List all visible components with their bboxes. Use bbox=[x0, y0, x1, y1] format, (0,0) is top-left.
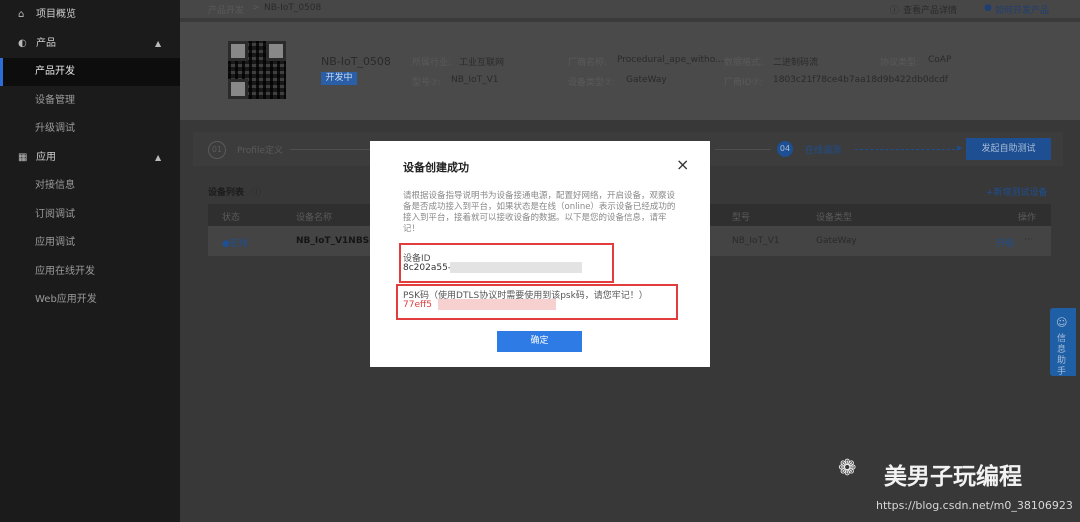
view-product-details-link[interactable]: 查看产品详情 bbox=[903, 3, 957, 16]
sidebar-item-app-online-dev[interactable]: 应用在线开发 bbox=[0, 258, 180, 286]
device-type-value: GateWay bbox=[626, 75, 667, 85]
info-icon: ⓘ bbox=[890, 6, 900, 16]
step-connector bbox=[715, 149, 771, 150]
how-to-develop-link[interactable]: 如何开发产品 bbox=[995, 3, 1049, 16]
qr-code-image bbox=[228, 41, 286, 99]
help-icon: ● bbox=[984, 3, 992, 13]
arrow-right-icon: ▶ bbox=[957, 144, 963, 152]
psk-value: 77eff5 bbox=[403, 300, 432, 310]
sidebar-item-app-debug[interactable]: 应用调试 bbox=[0, 229, 180, 257]
sidebar-item-product[interactable]: ◐ 产品 ▲ bbox=[0, 30, 180, 58]
sidebar-item-overview[interactable]: ⌂ 项目概览 bbox=[0, 1, 180, 29]
vendor-id-label: 厂商ID⑦: bbox=[724, 78, 763, 88]
sidebar-item-product-dev[interactable]: 产品开发 bbox=[0, 58, 180, 86]
breadcrumb-root[interactable]: 产品开发 bbox=[208, 3, 244, 16]
add-test-device-link[interactable]: +新增测试设备 bbox=[986, 185, 1048, 198]
breadcrumb-separator: > bbox=[252, 3, 260, 13]
status-badge: 开发中 bbox=[321, 72, 357, 85]
sidebar-item-upgrade-debug[interactable]: 升级调试 bbox=[0, 115, 180, 143]
watermark: ❁ 美男子玩编程 https://blog.csdn.net/m0_381069… bbox=[820, 440, 1080, 522]
sidebar: ⌂ 项目概览 ◐ 产品 ▲ 产品开发 设备管理 升级调试 ▦ 应用 ▲ 对接信息… bbox=[0, 0, 180, 522]
info-assistant-tab[interactable]: ☺ 信息助手 bbox=[1050, 308, 1076, 377]
product-name: NB-IoT_0508 bbox=[321, 55, 391, 68]
device-type-label: 设备类型⑦: bbox=[568, 78, 616, 88]
close-icon[interactable]: × bbox=[676, 157, 689, 173]
watermark-brand: 美男子玩编程 bbox=[884, 464, 1022, 490]
data-format-value: 二进制码流 bbox=[773, 58, 819, 68]
confirm-button[interactable]: 确定 bbox=[497, 331, 582, 352]
industry-label: 所属行业: bbox=[412, 58, 452, 68]
protocol-value: CoAP bbox=[928, 55, 952, 65]
product-info-panel bbox=[180, 22, 1080, 120]
model-label: 型号⑦: bbox=[412, 78, 442, 88]
chevron-up-icon: ▲ bbox=[155, 153, 162, 162]
column-model: 型号 bbox=[732, 213, 751, 223]
step-connector bbox=[290, 149, 370, 150]
sidebar-item-connect-info[interactable]: 对接信息 bbox=[0, 172, 180, 200]
breadcrumb-current: NB-IoT_0508 bbox=[264, 3, 322, 13]
step-connector-dashed bbox=[855, 149, 955, 150]
step-1-number: 01 bbox=[208, 141, 226, 159]
info-assistant-label: 信息助手 bbox=[1057, 334, 1067, 377]
device-list-title: 设备列表 bbox=[208, 188, 245, 198]
model-value: NB_IoT_V1 bbox=[451, 75, 499, 85]
chevron-up-icon: ▲ bbox=[155, 39, 162, 48]
step-4-number: 04 bbox=[777, 141, 793, 157]
chat-icon: ☺ bbox=[1056, 316, 1068, 329]
grid-icon: ▦ bbox=[18, 152, 28, 163]
home-icon: ⌂ bbox=[18, 9, 25, 20]
dialog-title: 设备创建成功 bbox=[403, 161, 469, 174]
protocol-label: 协议类型: bbox=[880, 58, 920, 68]
column-device-type: 设备类型 bbox=[816, 213, 853, 223]
sidebar-item-application[interactable]: ▦ 应用 ▲ bbox=[0, 144, 180, 172]
row-status: ●在线 bbox=[222, 239, 248, 249]
data-format-label: 数据格式: bbox=[724, 58, 764, 68]
sidebar-item-device-mgmt[interactable]: 设备管理 bbox=[0, 87, 180, 115]
column-actions: 操作 bbox=[1018, 213, 1037, 223]
help-circle-icon: ⓘ bbox=[252, 188, 262, 198]
watermark-url: https://blog.csdn.net/m0_38106923 bbox=[876, 499, 1073, 512]
industry-value: 工业互联网 bbox=[459, 58, 505, 68]
wechat-icon: ❁ bbox=[838, 456, 857, 481]
dialog-description: 请根据设备指导说明书为设备接通电源，配置好网络，开启设备，观察设备是否成功接入到… bbox=[403, 191, 676, 234]
vendor-value: Procedural_ape_witho... bbox=[617, 55, 724, 65]
redacted-psk bbox=[438, 299, 556, 310]
step-1-label[interactable]: Profile定义 bbox=[237, 143, 283, 156]
row-model: NB_IoT_V1 bbox=[732, 236, 780, 246]
redacted-device-id bbox=[450, 262, 582, 273]
row-device-name[interactable]: NB_IoT_V1NBSi bbox=[296, 236, 372, 246]
product-icon: ◐ bbox=[18, 38, 27, 49]
vendor-label: 厂商名称: bbox=[568, 58, 608, 68]
start-self-test-button[interactable]: 发起自助测试 bbox=[966, 138, 1051, 160]
row-upgrade-link[interactable]: 升级 bbox=[996, 236, 1014, 249]
device-id-value: 8c202a55- bbox=[403, 263, 452, 273]
sidebar-item-web-app-dev[interactable]: Web应用开发 bbox=[0, 286, 180, 314]
device-created-dialog: 设备创建成功 × 请根据设备指导说明书为设备接通电源，配置好网络，开启设备，观察… bbox=[370, 141, 710, 367]
sidebar-item-subscribe-debug[interactable]: 订阅调试 bbox=[0, 201, 180, 229]
row-more-menu[interactable]: ··· bbox=[1024, 235, 1033, 245]
column-status: 状态 bbox=[222, 213, 241, 223]
step-4-label[interactable]: 在线调测 bbox=[805, 143, 841, 156]
row-device-type: GateWay bbox=[816, 236, 857, 246]
top-header: 产品开发 > NB-IoT_0508 ⓘ 查看产品详情 ● 如何开发产品 bbox=[180, 0, 1080, 18]
column-device-name: 设备名称 bbox=[296, 213, 333, 223]
vendor-id-value: 1803c21f78ce4b7aa18d9b422db0dcdf bbox=[773, 75, 949, 85]
